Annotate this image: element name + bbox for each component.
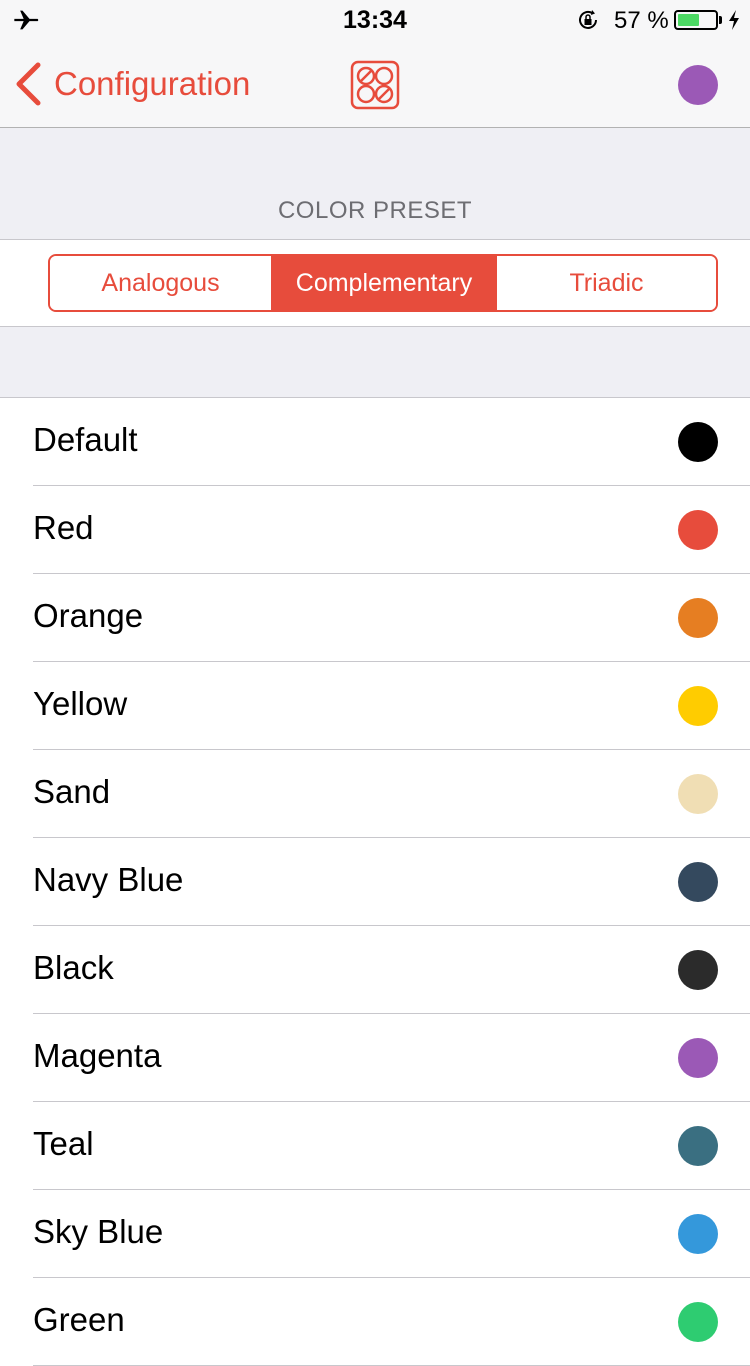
- segment-analogous[interactable]: Analogous: [50, 256, 271, 310]
- color-item-sand[interactable]: Sand: [0, 750, 750, 838]
- color-label: Red: [33, 509, 94, 546]
- color-label: Sand: [33, 773, 111, 810]
- color-label: Navy Blue: [33, 861, 184, 898]
- color-item-sky-blue[interactable]: Sky Blue: [0, 1190, 750, 1278]
- color-swatch: [678, 598, 718, 638]
- color-item-green[interactable]: Green: [0, 1278, 750, 1366]
- color-label: Magenta: [33, 1037, 162, 1074]
- color-label: Default: [33, 421, 138, 458]
- color-item-yellow[interactable]: Yellow: [0, 662, 750, 750]
- rotation-lock-icon: [579, 10, 597, 29]
- current-color-indicator[interactable]: [678, 65, 718, 105]
- back-button[interactable]: Configuration: [14, 62, 250, 106]
- color-preset-segmented-control: Analogous Complementary Triadic: [48, 254, 718, 312]
- color-swatch: [678, 1302, 718, 1342]
- back-button-label: Configuration: [54, 65, 251, 102]
- color-swatch: [678, 686, 718, 726]
- color-item-orange[interactable]: Orange: [0, 574, 750, 662]
- color-item-red[interactable]: Red: [0, 486, 750, 574]
- segment-row: Analogous Complementary Triadic: [0, 239, 750, 327]
- color-swatch: [678, 510, 718, 550]
- section-header: COLOR PRESET: [0, 129, 750, 239]
- color-item-default[interactable]: Default: [0, 398, 750, 486]
- segment-complementary[interactable]: Complementary: [271, 256, 497, 310]
- chevron-left-icon: [16, 62, 41, 106]
- color-label: Sky Blue: [33, 1213, 164, 1250]
- battery-level-fill: [678, 14, 699, 26]
- color-swatch: [678, 1038, 718, 1078]
- color-swatch: [678, 1126, 718, 1166]
- color-item-magenta[interactable]: Magenta: [0, 1014, 750, 1102]
- color-item-black[interactable]: Black: [0, 926, 750, 1014]
- status-bar: 13:34 57 %: [0, 0, 750, 40]
- color-item-teal[interactable]: Teal: [0, 1102, 750, 1190]
- battery-tip: [719, 16, 722, 24]
- segment-triadic[interactable]: Triadic: [497, 256, 716, 310]
- color-label: Yellow: [33, 685, 128, 722]
- color-label: Green: [33, 1301, 125, 1338]
- color-label: Orange: [33, 597, 144, 634]
- battery-icon: [674, 10, 718, 30]
- section-spacer: [0, 327, 750, 397]
- color-swatch: [678, 950, 718, 990]
- color-swatch: [678, 1214, 718, 1254]
- color-item-navy-blue[interactable]: Navy Blue: [0, 838, 750, 926]
- color-swatch: [678, 862, 718, 902]
- color-label: Teal: [33, 1125, 94, 1162]
- color-label: Black: [33, 949, 114, 986]
- palette-grid-icon[interactable]: [350, 60, 400, 110]
- navigation-bar: Configuration: [0, 40, 750, 128]
- color-swatch: [678, 422, 718, 462]
- charging-bolt-icon: [729, 10, 739, 30]
- color-swatch: [678, 774, 718, 814]
- battery-percentage: 57 %: [614, 7, 669, 34]
- color-list: Default Red Orange Yellow Sand Navy Blue…: [0, 397, 750, 1366]
- section-title: COLOR PRESET: [277, 197, 473, 224]
